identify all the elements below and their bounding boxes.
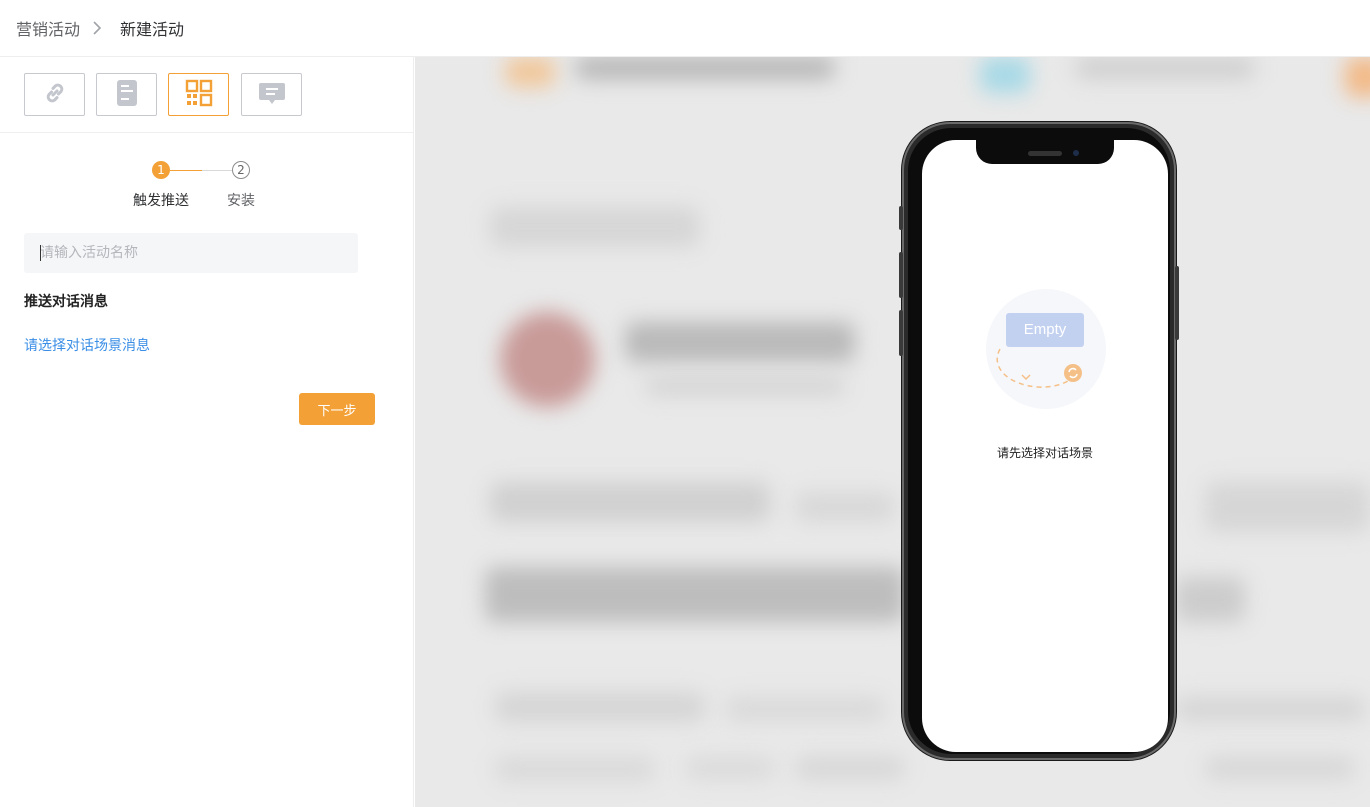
breadcrumb-parent-link[interactable]: 营销活动: [16, 16, 80, 40]
blurred-background-shape: [645, 377, 845, 395]
empty-illustration: Empty: [986, 289, 1106, 409]
blurred-background-shape: [725, 697, 885, 721]
step-connector-pending: [202, 170, 232, 171]
phone-notch: [976, 140, 1114, 164]
phone-speaker: [1028, 151, 1062, 156]
preview-area: [415, 57, 1370, 807]
chevron-right-icon: [92, 21, 106, 35]
blurred-background-shape: [795, 492, 895, 522]
document-tool-button[interactable]: [96, 73, 157, 116]
step-1-number: 1: [152, 161, 170, 179]
message-icon: [258, 79, 286, 111]
blurred-background-shape: [575, 57, 835, 79]
link-icon: [41, 79, 69, 111]
blurred-background-shape: [685, 757, 775, 779]
step-2-number: 2: [232, 161, 250, 179]
step-connector-done: [170, 170, 202, 171]
blurred-background-shape: [495, 757, 655, 781]
empty-state-text: 请先选择对话场景: [996, 446, 1093, 460]
next-step-button[interactable]: 下一步: [299, 393, 375, 425]
phone-screen: Empty 请先选择对话场景: [922, 140, 1168, 752]
blurred-background-shape: [980, 57, 1030, 93]
phone-side-button: [899, 206, 903, 230]
document-icon: [113, 78, 141, 112]
blurred-avatar: [500, 312, 595, 407]
blurred-background-shape: [1175, 697, 1365, 721]
phone-mockup: Empty 请先选择对话场景: [899, 122, 1179, 760]
dashed-arrow-icon: [996, 348, 1077, 388]
blurred-background-shape: [505, 57, 555, 87]
phone-bezel: Empty 请先选择对话场景: [908, 128, 1170, 754]
blurred-background-shape: [1175, 577, 1245, 622]
blurred-background-shape: [1345, 57, 1370, 97]
qrcode-tool-button[interactable]: [168, 73, 229, 116]
blurred-background-shape: [1205, 482, 1370, 532]
phone-power-button: [1175, 266, 1179, 340]
step-2-label: 安装: [227, 193, 255, 209]
blurred-background-shape: [625, 322, 855, 362]
link-tool-button[interactable]: [24, 73, 85, 116]
blurred-background-shape: [795, 757, 905, 779]
blurred-background-shape: [495, 692, 705, 722]
breadcrumb: 营销活动 新建活动: [0, 0, 1370, 57]
blurred-background-shape: [1205, 757, 1355, 779]
step-1-label: 触发推送: [133, 193, 189, 209]
camera-icon: [1073, 150, 1079, 156]
blurred-background-shape: [485, 567, 905, 622]
blurred-background-shape: [490, 207, 700, 247]
refresh-icon: [1064, 364, 1082, 382]
config-panel: 1 2 触发推送 安装 推送对话消息 请选择对话场景消息 下一步: [0, 57, 414, 807]
activity-name-input[interactable]: [24, 233, 358, 273]
channel-toolbar: [0, 57, 413, 133]
select-scene-message-link[interactable]: 请选择对话场景消息: [24, 335, 150, 355]
phone-volume-down-button: [899, 310, 903, 356]
breadcrumb-current: 新建活动: [120, 20, 185, 39]
phone-volume-up-button: [899, 252, 903, 298]
text-caret: [40, 245, 41, 261]
blurred-background-shape: [490, 482, 770, 522]
step-indicator: 1 2 触发推送 安装: [130, 159, 270, 209]
message-tool-button[interactable]: [241, 73, 302, 116]
qrcode-icon: [185, 79, 213, 111]
push-message-section-title: 推送对话消息: [24, 294, 108, 310]
blurred-background-shape: [1075, 57, 1255, 79]
